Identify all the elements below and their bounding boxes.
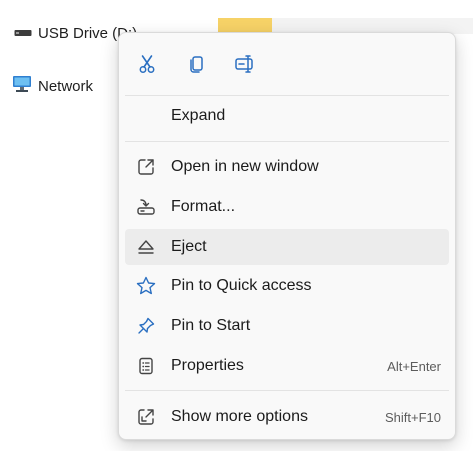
eject-icon [135, 237, 157, 257]
copy-button[interactable] [181, 49, 213, 79]
menu-item-expand[interactable]: Expand [125, 98, 449, 134]
properties-icon [135, 356, 157, 376]
context-menu-toolbar [119, 33, 455, 95]
menu-item-show-more-options[interactable]: Show more options Shift+F10 [125, 399, 449, 435]
usb-drive-icon [14, 25, 32, 42]
menu-item-eject[interactable]: Eject [125, 229, 449, 265]
format-drive-icon [135, 197, 157, 217]
show-more-icon [135, 407, 157, 427]
menu-item-label: Show more options [171, 408, 308, 425]
menu-item-label: Expand [171, 107, 226, 124]
copy-icon [190, 56, 203, 73]
pin-icon [135, 316, 157, 336]
menu-item-shortcut: Shift+F10 [384, 410, 441, 425]
menu-item-label: Open in new window [171, 158, 319, 175]
menu-item-label: Format... [171, 198, 236, 215]
menu-item-label: Pin to Quick access [171, 277, 312, 294]
menu-item-shortcut: Alt+Enter [387, 359, 441, 374]
menu-separator [125, 141, 449, 142]
menu-item-properties[interactable]: Properties Alt+Enter [125, 348, 449, 384]
menu-item-open-new-window[interactable]: Open in new window [125, 149, 449, 185]
star-icon [135, 276, 157, 296]
menu-item-label: Properties [171, 357, 244, 374]
scissors-icon [139, 55, 155, 73]
cut-button[interactable] [131, 49, 163, 79]
menu-item-pin-quick-access[interactable]: Pin to Quick access [125, 268, 449, 304]
open-new-window-icon [135, 157, 157, 177]
rename-button[interactable] [229, 49, 261, 79]
menu-separator [125, 95, 449, 96]
rename-icon [235, 55, 253, 73]
menu-item-format[interactable]: Format... [125, 189, 449, 225]
context-menu: Expand Open in new window Format... Ejec… [118, 32, 456, 440]
menu-item-label: Eject [171, 238, 207, 255]
nav-item-label: Network [38, 77, 94, 95]
desktop: USB Drive (D:) Network Expand Open in ne… [0, 0, 473, 451]
nav-item-network[interactable]: Network [12, 75, 93, 97]
menu-item-pin-start[interactable]: Pin to Start [125, 308, 449, 344]
menu-separator [125, 390, 449, 391]
menu-item-label: Pin to Start [171, 317, 251, 334]
network-icon [12, 75, 32, 97]
